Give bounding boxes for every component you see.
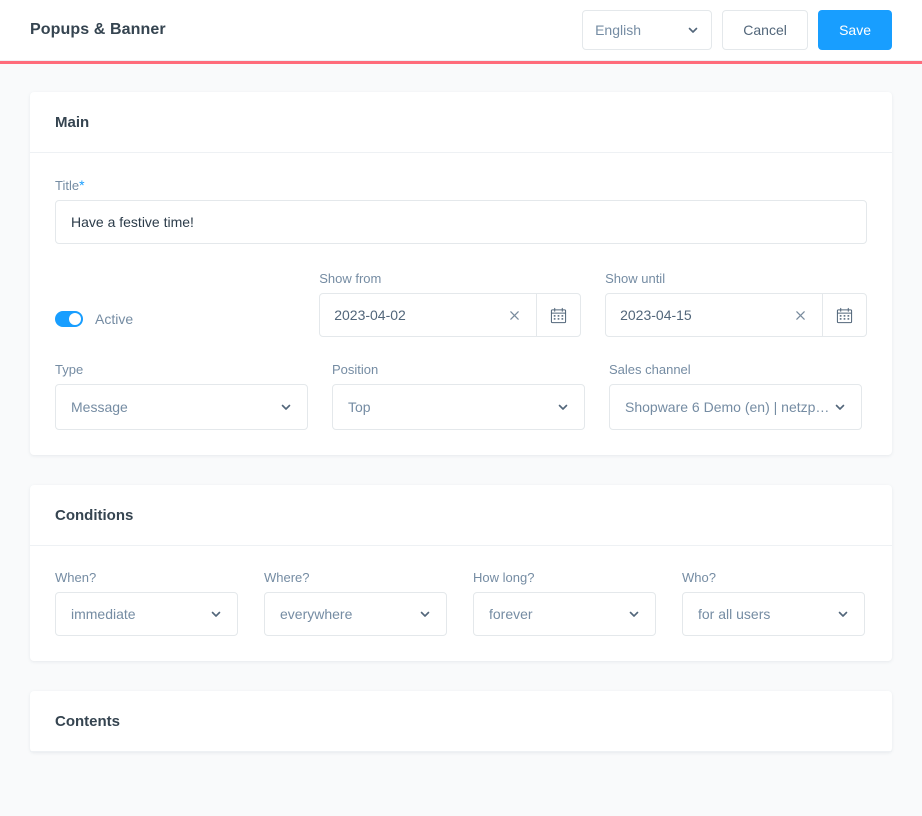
position-select[interactable]: Top — [332, 384, 585, 430]
contents-card: Contents — [30, 691, 892, 752]
conditions-card-body: When? immediate Where? everywhere How lo… — [30, 546, 892, 661]
condition-who-select[interactable]: for all users — [682, 592, 865, 636]
conditions-card-header: Conditions — [30, 485, 892, 546]
chevron-down-icon — [280, 401, 292, 413]
active-and-dates-row: Active Show from 2023-04-02 Show until 2… — [55, 272, 867, 337]
main-card-body: Title* Active Show from 2023-04-02 — [30, 153, 892, 455]
show-until-input[interactable]: 2023-04-15 — [606, 294, 822, 336]
condition-who-group: Who? for all users — [682, 571, 865, 636]
title-field-label: Title* — [55, 178, 867, 192]
condition-when-group: When? immediate — [55, 571, 238, 636]
contents-card-title: Contents — [55, 712, 120, 730]
required-asterisk: * — [79, 177, 85, 193]
main-card-header: Main — [30, 92, 892, 153]
show-from-input[interactable]: 2023-04-02 — [320, 294, 536, 336]
condition-where-group: Where? everywhere — [264, 571, 447, 636]
header-actions: English Cancel Save — [582, 10, 892, 50]
page-title: Popups & Banner — [30, 21, 166, 38]
condition-who-value: for all users — [698, 606, 771, 622]
conditions-card: Conditions When? immediate Where? everyw… — [30, 485, 892, 661]
position-group: Position Top — [332, 363, 585, 430]
close-icon[interactable] — [792, 307, 808, 323]
main-card-title: Main — [55, 113, 90, 131]
language-select-value: English — [595, 22, 641, 38]
condition-where-value: everywhere — [280, 606, 353, 622]
main-card: Main Title* Active Show from — [30, 92, 892, 455]
show-from-datepicker[interactable]: 2023-04-02 — [319, 293, 582, 337]
chevron-down-icon — [834, 401, 846, 413]
condition-howlong-label: How long? — [473, 570, 535, 585]
show-until-datepicker[interactable]: 2023-04-15 — [605, 293, 867, 337]
condition-howlong-value: forever — [489, 606, 533, 622]
close-icon[interactable] — [506, 307, 522, 323]
type-select-value: Message — [71, 399, 128, 415]
show-from-label: Show from — [319, 271, 382, 286]
app-header: Popups & Banner English Cancel Save — [0, 0, 922, 61]
contents-card-header: Contents — [30, 691, 892, 752]
condition-when-value: immediate — [71, 606, 136, 622]
condition-who-label: Who? — [682, 570, 716, 585]
chevron-down-icon — [419, 608, 431, 620]
show-until-value: 2023-04-15 — [620, 307, 692, 323]
condition-when-select[interactable]: immediate — [55, 592, 238, 636]
title-field-group: Title* — [55, 178, 867, 244]
title-input[interactable] — [55, 200, 867, 244]
show-until-label: Show until — [605, 271, 666, 286]
show-from-group: Show from 2023-04-02 — [319, 271, 582, 337]
chevron-down-icon — [837, 608, 849, 620]
calendar-icon[interactable] — [536, 294, 580, 336]
show-until-group: Show until 2023-04-15 — [605, 272, 867, 337]
condition-where-select[interactable]: everywhere — [264, 592, 447, 636]
condition-where-label: Where? — [264, 570, 310, 585]
toggle-switch-icon — [55, 311, 83, 327]
position-label: Position — [332, 362, 379, 377]
sales-channel-select[interactable]: Shopware 6 Demo (en) | netzperfekt — [609, 384, 862, 430]
condition-howlong-group: How long? forever — [473, 571, 656, 636]
page-content: Main Title* Active Show from — [0, 64, 922, 752]
sales-channel-group: Sales channel Shopware 6 Demo (en) | net… — [609, 363, 862, 430]
sales-channel-label: Sales channel — [609, 362, 691, 377]
chevron-down-icon — [628, 608, 640, 620]
sales-channel-select-value: Shopware 6 Demo (en) | netzperfekt — [625, 399, 834, 415]
save-button[interactable]: Save — [818, 10, 892, 50]
type-select[interactable]: Message — [55, 384, 308, 430]
type-position-channel-row: Type Message Position Top Sales channel … — [55, 363, 867, 430]
position-select-value: Top — [348, 399, 371, 415]
active-toggle-label: Active — [95, 311, 134, 327]
active-toggle[interactable]: Active — [55, 311, 295, 327]
condition-when-label: When? — [55, 570, 97, 585]
chevron-down-icon — [210, 608, 222, 620]
show-from-value: 2023-04-02 — [334, 307, 406, 323]
cancel-button[interactable]: Cancel — [722, 10, 809, 50]
calendar-icon[interactable] — [822, 294, 866, 336]
type-label: Type — [55, 362, 84, 377]
conditions-card-title: Conditions — [55, 506, 134, 524]
chevron-down-icon — [557, 401, 569, 413]
condition-howlong-select[interactable]: forever — [473, 592, 656, 636]
language-select[interactable]: English — [582, 10, 713, 50]
chevron-down-icon — [687, 24, 699, 36]
title-label-text: Title — [55, 178, 80, 193]
active-toggle-group: Active — [55, 311, 295, 337]
conditions-row: When? immediate Where? everywhere How lo… — [55, 571, 867, 636]
type-group: Type Message — [55, 363, 308, 430]
